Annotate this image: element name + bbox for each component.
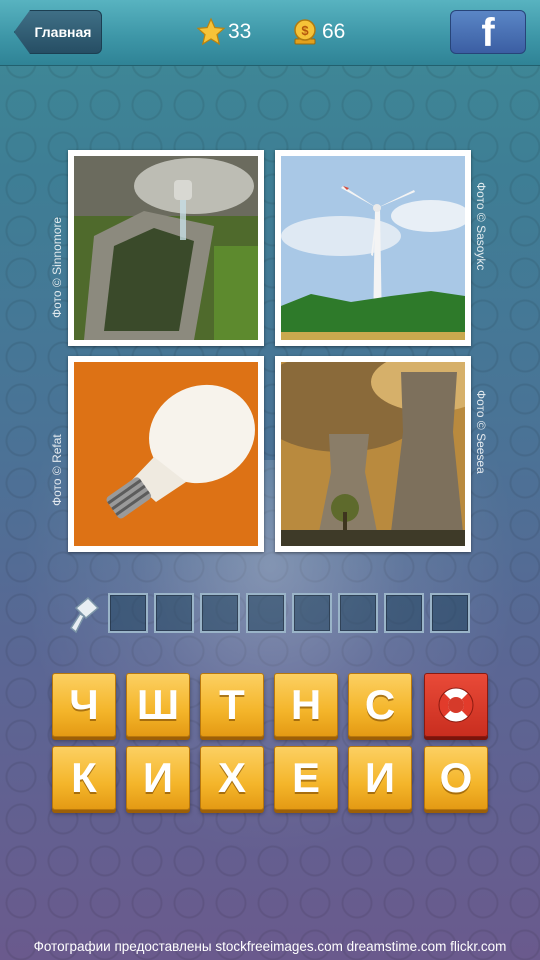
top-bar: Главная 33 $ 66 f: [0, 0, 540, 66]
letter-tile[interactable]: С: [348, 673, 412, 737]
facebook-icon: f: [481, 11, 495, 55]
letter-tile[interactable]: Е: [274, 746, 338, 810]
letter-tile[interactable]: И: [126, 746, 190, 810]
answer-slot-2[interactable]: [154, 593, 194, 633]
home-back-button[interactable]: Главная: [14, 10, 102, 54]
photo-2-credit: Фото © Sasoykc: [474, 182, 488, 271]
letter-tile[interactable]: К: [52, 746, 116, 810]
stars-count: 33: [228, 20, 252, 43]
wind-turbine-icon: [281, 156, 465, 340]
photo-1[interactable]: [68, 150, 264, 346]
photo-1-credit: Фото © Sinnomore: [50, 216, 64, 318]
photo-3[interactable]: [68, 356, 264, 552]
photo-3-credit: Фото © Refat: [50, 434, 64, 506]
light-bulb-icon: [74, 362, 258, 546]
lifebuoy-icon: [438, 687, 474, 723]
letter-tile[interactable]: Т: [200, 673, 264, 737]
answer-slot-5[interactable]: [292, 593, 332, 633]
star-icon: [196, 17, 226, 46]
cooling-towers-icon: [281, 362, 465, 546]
answer-slot-3[interactable]: [200, 593, 240, 633]
letter-tile[interactable]: Х: [200, 746, 264, 810]
coins-icon: $: [294, 19, 316, 45]
help-button[interactable]: [424, 673, 488, 737]
photo-4-credit: Фото © Seesea: [474, 390, 488, 474]
photo-4[interactable]: [275, 356, 471, 552]
photo-2[interactable]: [275, 150, 471, 346]
letter-tile[interactable]: Ш: [126, 673, 190, 737]
answer-slot-1[interactable]: [108, 593, 148, 633]
answer-slot-8[interactable]: [430, 593, 470, 633]
home-back-label: Главная: [34, 24, 92, 40]
coins-counter: $ 66: [290, 16, 345, 48]
letter-tile[interactable]: Ч: [52, 673, 116, 737]
letter-tile[interactable]: Н: [274, 673, 338, 737]
answer-slot-4[interactable]: [246, 593, 286, 633]
letter-tile[interactable]: О: [424, 746, 488, 810]
photo-sources-footer: Фотографии предоставлены stockfreeimages…: [33, 939, 507, 954]
answer-slot-7[interactable]: [384, 593, 424, 633]
hammer-icon[interactable]: [70, 594, 102, 634]
stars-counter: 33: [196, 16, 251, 48]
facebook-button[interactable]: f: [450, 10, 526, 54]
letter-tile[interactable]: И: [348, 746, 412, 810]
svg-text:$: $: [301, 23, 309, 38]
water-spring-icon: [74, 156, 258, 340]
answer-slot-6[interactable]: [338, 593, 378, 633]
coins-count: 66: [322, 20, 346, 43]
